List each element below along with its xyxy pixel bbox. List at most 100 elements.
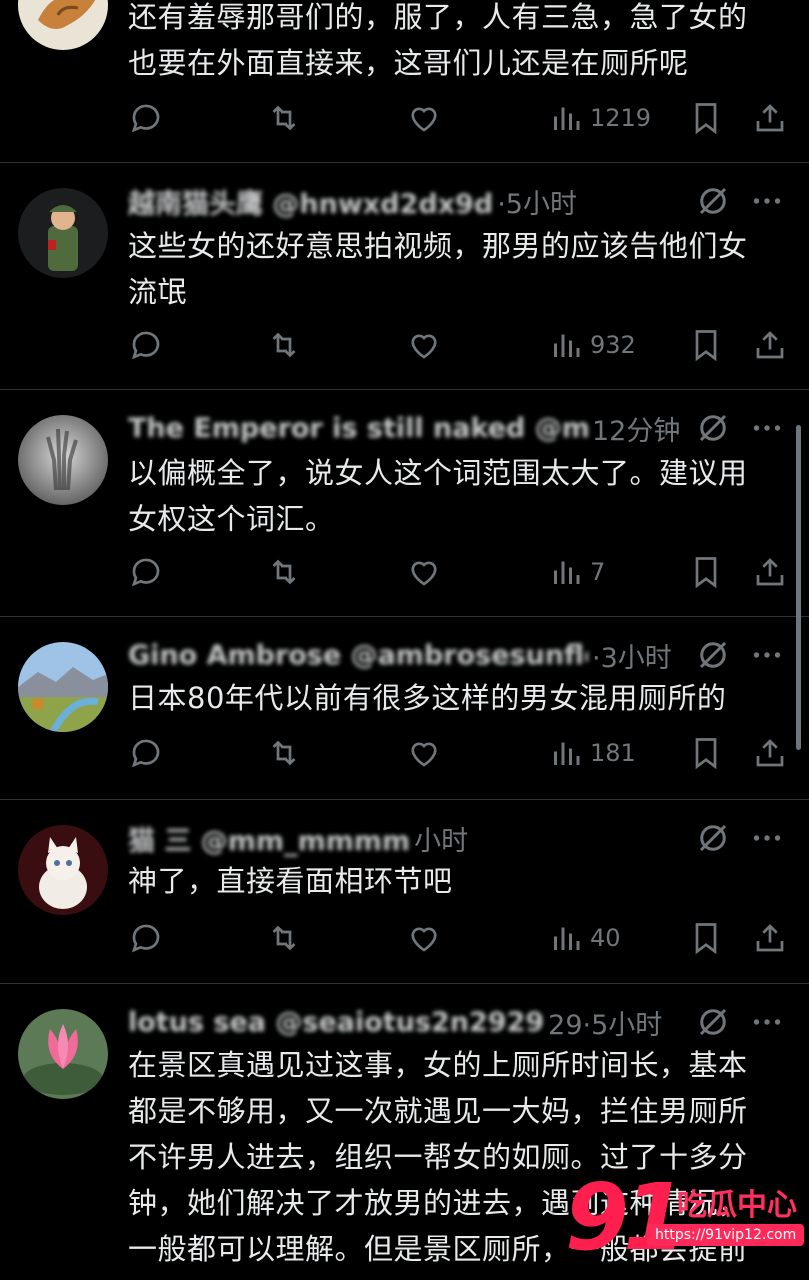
reply-post[interactable]: 猫 三 @mm_mmmm 小时 神了，直接看面相环节吧 40 [0,800,809,983]
avatar[interactable] [18,415,108,505]
post-time[interactable]: 12分钟 [592,409,680,448]
avatar[interactable] [18,0,108,50]
retweet-arrows-icon [272,740,296,766]
action-bar: 181 [128,733,788,773]
grok-slash-icon[interactable] [695,820,731,856]
reply-button[interactable] [128,733,164,773]
views-button[interactable]: 932 [548,325,636,365]
author-name[interactable]: 猫 三 @mm_mmmm [128,819,410,858]
more-dots-icon[interactable] [749,183,785,219]
retweet-arrows-icon [272,925,296,951]
post-text: 还有羞辱那哥们的，服了，人有三急，急了女的 也要在外面直接来，这哥们儿还是在厕所… [128,0,748,80]
action-bar: 1219 [128,98,788,138]
avatar[interactable] [18,188,108,278]
watermark-url: https://91vip12.com [647,1224,805,1246]
reply-button[interactable] [128,918,164,958]
views-button[interactable]: 181 [548,733,636,773]
reply-button[interactable] [128,98,164,138]
heart-icon [411,927,437,952]
avatar[interactable] [18,825,108,915]
avatar[interactable] [18,642,108,732]
author-name[interactable]: Gino Ambrose @ambrosesunflower [128,640,588,671]
bar-chart-icon [554,334,580,357]
reply-post[interactable]: 越南猫头鹰 @hnwxd2dx9d ·5小时 这些女的还好意思拍视频，那男的应该… [0,163,809,389]
reply-post[interactable]: The Emperor is still naked @mrbj 12分钟 以偏… [0,390,809,616]
share-upload-icon [756,558,784,586]
retweet-button[interactable] [266,325,302,365]
retweet-button[interactable] [266,98,302,138]
like-button[interactable] [406,733,442,773]
retweet-arrows-icon [272,559,296,585]
view-count: 181 [590,739,636,767]
speech-bubble-icon [131,104,160,133]
bookmark-button[interactable] [688,733,724,773]
share-button[interactable] [752,552,788,592]
share-button[interactable] [752,325,788,365]
action-bar: 7 [128,552,788,592]
author-name[interactable]: 越南猫头鹰 @hnwxd2dx9d [128,182,493,221]
retweet-arrows-icon [272,332,296,358]
retweet-button[interactable] [266,552,302,592]
reply-post[interactable]: 还有羞辱那哥们的，服了，人有三急，急了女的 也要在外面直接来，这哥们儿还是在厕所… [0,0,809,162]
bar-chart-icon [554,742,580,765]
action-bar: 932 [128,325,788,365]
more-dots-icon[interactable] [749,1004,785,1040]
grok-slash-icon[interactable] [695,637,731,673]
speech-bubble-icon [131,331,160,360]
bookmark-icon [695,557,717,589]
avatar[interactable] [18,1009,108,1099]
views-button[interactable]: 1219 [548,98,651,138]
grok-slash-icon[interactable] [695,183,731,219]
author-name[interactable]: The Emperor is still naked @mrbj [128,413,588,444]
post-time[interactable]: ·5小时 [497,182,577,221]
retweet-button[interactable] [266,918,302,958]
bookmark-button[interactable] [688,918,724,958]
bookmark-icon [695,923,717,955]
bookmark-button[interactable] [688,325,724,365]
heart-icon [411,334,437,359]
bookmark-button[interactable] [688,98,724,138]
retweet-button[interactable] [266,733,302,773]
reply-feed: 还有羞辱那哥们的，服了，人有三急，急了女的 也要在外面直接来，这哥们儿还是在厕所… [0,0,809,1280]
bookmark-button[interactable] [688,552,724,592]
like-button[interactable] [406,552,442,592]
reply-button[interactable] [128,325,164,365]
post-text: 神了，直接看面相环节吧 [128,864,453,898]
heart-icon [411,561,437,586]
reply-post[interactable]: Gino Ambrose @ambrosesunflower ·3小时 日本80… [0,617,809,799]
bar-chart-icon [554,927,580,950]
post-time[interactable]: 29·5小时 [548,1003,662,1042]
post-text: 这些女的还好意思拍视频，那男的应该告他们女 流氓 [128,229,748,309]
share-upload-icon [756,924,784,952]
share-upload-icon [756,331,784,359]
share-upload-icon [756,739,784,767]
share-button[interactable] [752,918,788,958]
scrollbar[interactable] [796,425,801,750]
author-name[interactable]: lotus sea @seaiotus2n2929 [128,1007,544,1038]
like-button[interactable] [406,325,442,365]
more-dots-icon[interactable] [749,637,785,673]
grok-slash-icon[interactable] [695,410,731,446]
views-button[interactable]: 40 [548,918,621,958]
post-time[interactable]: 小时 [414,819,468,858]
share-button[interactable] [752,98,788,138]
heart-icon [411,742,437,767]
more-dots-icon[interactable] [749,820,785,856]
speech-bubble-icon [131,558,160,587]
watermark-title: 吃瓜中心 [677,1188,797,1223]
like-button[interactable] [406,98,442,138]
reply-button[interactable] [128,552,164,592]
bookmark-icon [695,103,717,135]
view-count: 932 [590,331,636,359]
watermark-number: 91 [565,1164,687,1271]
like-button[interactable] [406,918,442,958]
post-time[interactable]: ·3小时 [592,636,672,675]
views-button[interactable]: 7 [548,552,605,592]
more-dots-icon[interactable] [749,410,785,446]
bookmark-icon [695,738,717,770]
share-upload-icon [756,104,784,132]
view-count: 7 [590,558,606,586]
share-button[interactable] [752,733,788,773]
bookmark-icon [695,330,717,362]
grok-slash-icon[interactable] [695,1004,731,1040]
